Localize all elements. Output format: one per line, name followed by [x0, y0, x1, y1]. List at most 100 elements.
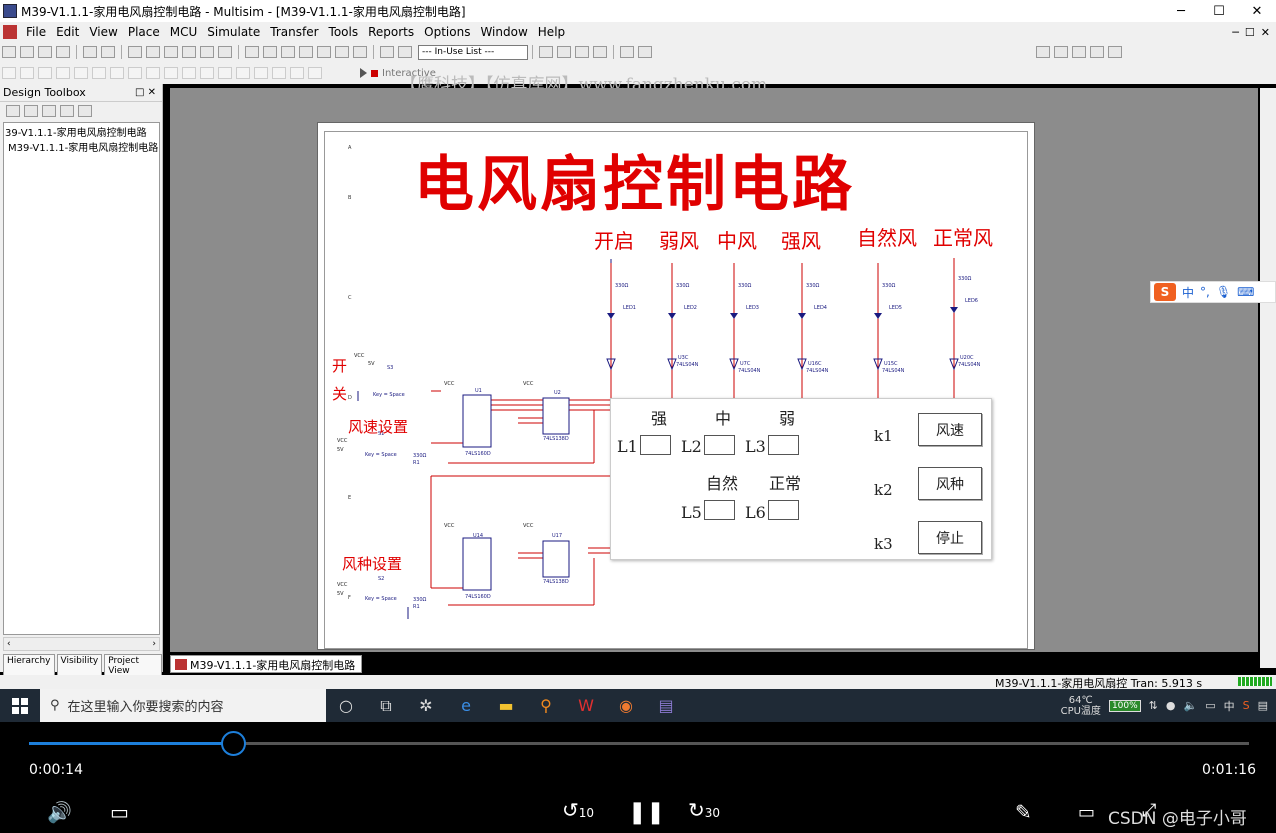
cortana-icon[interactable]: ○	[326, 696, 366, 715]
scroll-left-icon[interactable]: ‹	[7, 639, 11, 649]
notification-icon[interactable]: ▤	[1258, 699, 1268, 712]
indicator-icon[interactable]	[164, 67, 178, 79]
battery-indicator[interactable]: 100%	[1108, 699, 1141, 712]
help-icon[interactable]	[638, 46, 652, 58]
copy-icon[interactable]	[146, 46, 160, 58]
media-app-icon[interactable]: ◉	[606, 696, 646, 715]
volume-icon[interactable]: 🔈	[1184, 699, 1198, 712]
mdi-minimize-button[interactable]: ─	[1232, 26, 1239, 39]
sogou-tray-icon[interactable]: S	[1243, 699, 1250, 712]
electromechanical-icon[interactable]	[254, 67, 268, 79]
save-icon[interactable]	[56, 46, 70, 58]
tree-item[interactable]: M39-V1.1.1-家用电风扇控制电路	[5, 139, 158, 154]
pause-button[interactable]: ❚❚	[628, 800, 665, 825]
input-lang[interactable]: 中	[1224, 698, 1235, 714]
open-sample-icon[interactable]	[38, 46, 52, 58]
undo-icon[interactable]	[200, 46, 214, 58]
network-icon[interactable]: ⇅	[1149, 699, 1158, 712]
stop-icon[interactable]	[371, 69, 378, 77]
zoom-in-icon[interactable]	[1036, 46, 1050, 58]
redo-icon[interactable]	[218, 46, 232, 58]
skip-forward-button[interactable]: ↻30	[688, 798, 720, 822]
run-icon[interactable]	[360, 68, 367, 78]
rf-icon[interactable]	[236, 67, 250, 79]
menu-edit[interactable]: Edit	[51, 25, 84, 39]
ime-toolbar[interactable]: S 中 °, 🎙 ⌨	[1150, 281, 1276, 303]
zoom-sheet-icon[interactable]	[1090, 46, 1104, 58]
delete-icon[interactable]	[182, 46, 196, 58]
volume-icon[interactable]: 🔊	[47, 800, 72, 824]
mdi-restore-button[interactable]: ☐	[1245, 26, 1255, 39]
edge-browser-icon[interactable]: e	[446, 696, 486, 715]
analysis-icon[interactable]	[575, 46, 589, 58]
hierarchical-block-icon[interactable]	[290, 67, 304, 79]
advanced-peripherals-icon[interactable]	[218, 67, 232, 79]
probe-icon[interactable]	[539, 46, 553, 58]
hierarchy-icon[interactable]	[380, 46, 394, 58]
menu-simulate[interactable]: Simulate	[202, 25, 265, 39]
grapher-icon[interactable]	[317, 46, 331, 58]
wechat-icon[interactable]: ●	[1166, 699, 1176, 712]
pinwheel-app-icon[interactable]: ✲	[406, 696, 446, 715]
menu-place[interactable]: Place	[123, 25, 165, 39]
menu-mcu[interactable]: MCU	[165, 25, 203, 39]
stop-button[interactable]: 停止	[918, 521, 982, 554]
mini-view-icon[interactable]: ▭	[1078, 802, 1095, 823]
instrument-icon[interactable]	[557, 46, 571, 58]
cut-icon[interactable]	[128, 46, 142, 58]
postprocessor-icon[interactable]	[335, 46, 349, 58]
subtitles-icon[interactable]: ▭	[110, 800, 129, 824]
transfer-icon[interactable]	[593, 46, 607, 58]
document-tab[interactable]: M39-V1.1.1-家用电风扇控制电路	[170, 655, 363, 673]
in-use-list-dropdown[interactable]: --- In-Use List ---	[418, 44, 528, 60]
display-icon[interactable]: ▭	[1205, 699, 1215, 712]
misc-digital-icon[interactable]	[128, 67, 142, 79]
menu-options[interactable]: Options	[419, 25, 475, 39]
seek-thumb[interactable]	[220, 731, 246, 756]
power-icon[interactable]	[182, 67, 196, 79]
mcu-icon[interactable]	[272, 67, 286, 79]
misc-icon[interactable]	[200, 67, 214, 79]
task-view-icon[interactable]: ⧉	[366, 696, 406, 716]
print-preview-icon[interactable]	[101, 46, 115, 58]
spreadsheet-icon[interactable]	[263, 46, 277, 58]
tree-item[interactable]: 39-V1.1.1-家用电风扇控制电路	[5, 124, 158, 139]
edit-pen-icon[interactable]: ✎	[1015, 800, 1032, 824]
open-design-icon[interactable]	[24, 105, 38, 117]
toolbox-close-icon[interactable]: □ ✕	[135, 87, 162, 98]
source-icon[interactable]	[2, 67, 16, 79]
type-button[interactable]: 风种	[918, 467, 982, 500]
maximize-button[interactable]: ☐	[1200, 4, 1238, 19]
bus-icon[interactable]	[398, 46, 412, 58]
save-design-icon[interactable]	[42, 105, 56, 117]
zoom-area-icon[interactable]	[1072, 46, 1086, 58]
menu-help[interactable]: Help	[533, 25, 570, 39]
diode-icon[interactable]	[38, 67, 52, 79]
mixed-icon[interactable]	[146, 67, 160, 79]
menu-window[interactable]: Window	[475, 25, 532, 39]
paste-icon[interactable]	[164, 46, 178, 58]
ime-lang[interactable]: 中	[1182, 284, 1194, 301]
database-icon[interactable]	[281, 46, 295, 58]
toolbox-toggle-icon[interactable]	[245, 46, 259, 58]
start-button[interactable]	[0, 689, 40, 722]
speed-button[interactable]: 风速	[918, 413, 982, 446]
open-icon[interactable]	[20, 46, 34, 58]
keyboard-icon[interactable]: ⌨	[1237, 285, 1254, 299]
cpu-temp[interactable]: 64℃ CPU温度	[1061, 695, 1101, 717]
close-button[interactable]: ✕	[1238, 4, 1276, 19]
skip-back-button[interactable]: ↺10	[562, 798, 594, 822]
menu-reports[interactable]: Reports	[363, 25, 419, 39]
component-wizard-icon[interactable]	[299, 46, 313, 58]
delete-design-icon[interactable]	[78, 105, 92, 117]
punctuation-icon[interactable]: °,	[1200, 285, 1210, 299]
microphone-icon[interactable]: 🎙	[1216, 285, 1231, 299]
close-design-icon[interactable]	[60, 105, 74, 117]
document-icon[interactable]	[3, 25, 17, 39]
menu-transfer[interactable]: Transfer	[265, 25, 323, 39]
transistor-icon[interactable]	[56, 67, 70, 79]
ttl-icon[interactable]	[92, 67, 106, 79]
horizontal-scrollbar[interactable]: ‹ ›	[3, 637, 160, 651]
cmos-icon[interactable]	[110, 67, 124, 79]
fullscreen-icon[interactable]	[1108, 46, 1122, 58]
